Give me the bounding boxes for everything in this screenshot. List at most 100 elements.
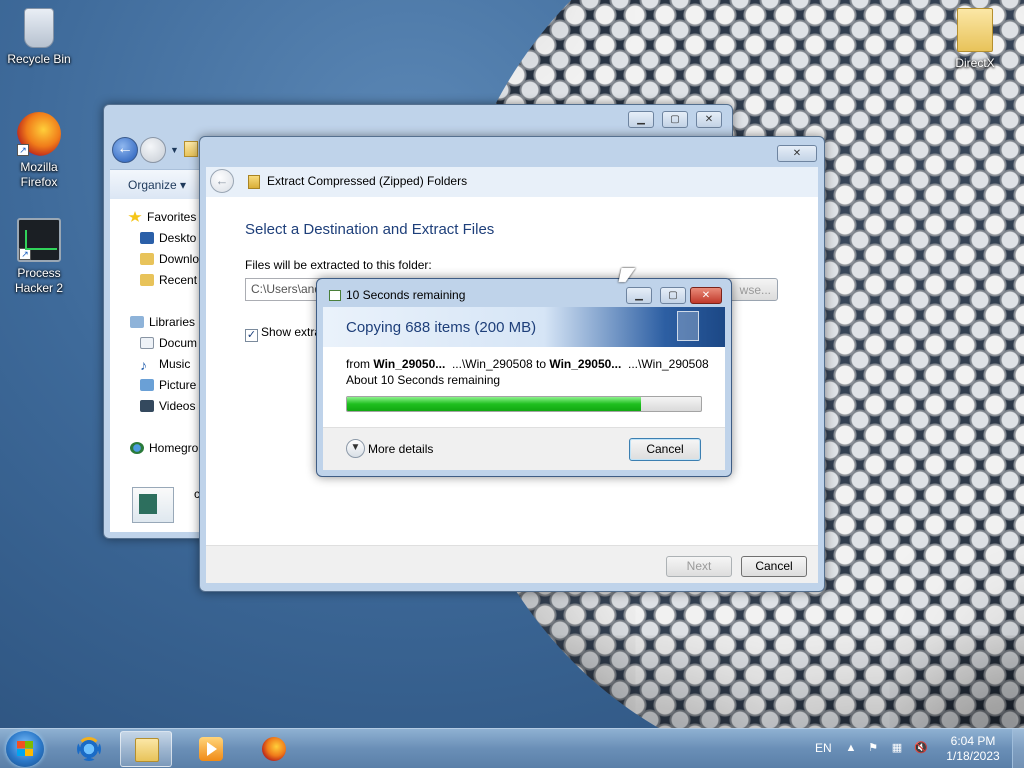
close-button[interactable]: ✕ bbox=[777, 145, 817, 162]
taskbar-media-player[interactable] bbox=[185, 731, 237, 767]
minimize-button[interactable]: ▁ bbox=[626, 287, 652, 304]
copy-heading: Copying 688 items (200 MB) bbox=[346, 319, 537, 336]
mouse-cursor-icon bbox=[618, 268, 636, 282]
close-button[interactable]: ✕ bbox=[690, 287, 722, 304]
show-hidden-icons-icon[interactable]: ▲ bbox=[844, 742, 858, 755]
tree-item-libraries[interactable]: Libraries bbox=[130, 312, 195, 332]
file-thumbnail-icon[interactable] bbox=[132, 487, 174, 523]
process-hacker-icon: ↗ bbox=[17, 218, 61, 262]
cancel-copy-button[interactable]: Cancel bbox=[629, 438, 701, 461]
desktop-icon-label: DirectX bbox=[955, 56, 995, 70]
taskbar: EN ▲ ⚑ ▦ 🔇 6:04 PM 1/18/2023 bbox=[0, 728, 1024, 768]
tree-item-pictures[interactable]: Picture bbox=[140, 375, 196, 395]
wizard-heading: Select a Destination and Extract Files bbox=[245, 221, 495, 238]
copy-footer: ▼ More details Cancel bbox=[323, 427, 725, 470]
firefox-icon: ↗ bbox=[17, 112, 61, 156]
language-indicator[interactable]: EN bbox=[815, 741, 832, 755]
desktop-icon-process-hacker[interactable]: ↗ Process Hacker 2 bbox=[1, 218, 77, 296]
copy-progress-dialog[interactable]: 10 Seconds remaining ▁ ▢ ✕ Copying 688 i… bbox=[316, 278, 732, 477]
desktop-icon-directx[interactable]: DirectX bbox=[937, 8, 1013, 71]
tree-item-music[interactable]: ♪ Music bbox=[140, 354, 190, 374]
folder-icon bbox=[184, 141, 198, 157]
navigation-tree: Favorites Deskto Downlo Recent Libraries… bbox=[110, 199, 206, 532]
show-desktop-button[interactable] bbox=[1012, 729, 1024, 768]
time-remaining: About 10 Seconds remaining bbox=[346, 373, 501, 387]
taskbar-windows-explorer[interactable] bbox=[120, 731, 172, 767]
progress-bar bbox=[346, 396, 702, 412]
maximize-button[interactable]: ▢ bbox=[660, 287, 686, 304]
close-button[interactable]: ✕ bbox=[696, 111, 722, 128]
browse-button[interactable]: wse... bbox=[726, 278, 778, 301]
chevron-down-icon[interactable]: ▼ bbox=[346, 439, 365, 458]
dialog-title: 10 Seconds remaining bbox=[346, 288, 466, 302]
desktop-icon-label: Mozilla Firefox bbox=[20, 160, 58, 189]
desktop-icon-label: Recycle Bin bbox=[7, 52, 71, 66]
windows-explorer-icon bbox=[135, 738, 159, 762]
tree-item-documents[interactable]: Docum bbox=[140, 333, 197, 353]
libraries-icon bbox=[130, 316, 144, 328]
show-files-checkbox[interactable]: ✓ Show extra bbox=[245, 325, 321, 342]
tree-item-videos[interactable]: Videos bbox=[140, 396, 195, 416]
back-button[interactable]: ← bbox=[112, 137, 138, 163]
destination-name[interactable]: Win_29050... bbox=[549, 357, 621, 371]
destination-label: Files will be extracted to this folder: bbox=[245, 258, 432, 272]
wizard-header: ← Extract Compressed (Zipped) Folders bbox=[206, 167, 818, 197]
destination-path: ...\Win_290508 bbox=[627, 357, 709, 371]
music-note-icon: ♪ bbox=[140, 357, 147, 373]
clock-time: 6:04 PM bbox=[950, 734, 996, 748]
desktop-icon-firefox[interactable]: ↗ Mozilla Firefox bbox=[1, 112, 77, 190]
taskbar-firefox[interactable] bbox=[248, 731, 300, 767]
shortcut-arrow-icon: ↗ bbox=[17, 144, 29, 156]
pictures-icon bbox=[140, 379, 154, 391]
next-button[interactable]: Next bbox=[666, 556, 732, 577]
maximize-button[interactable]: ▢ bbox=[662, 111, 688, 128]
shortcut-arrow-icon: ↗ bbox=[19, 248, 31, 260]
zip-folder-icon bbox=[248, 175, 260, 189]
progress-fill bbox=[347, 397, 641, 411]
checkbox-checked-icon[interactable]: ✓ bbox=[245, 329, 258, 342]
organize-button[interactable]: Organize ▾ bbox=[128, 178, 186, 192]
source-path: ...\Win_290508 bbox=[451, 357, 533, 371]
desktop-icon-recycle-bin[interactable]: Recycle Bin bbox=[1, 8, 77, 67]
folder-icon bbox=[957, 8, 993, 52]
tree-item-favorites[interactable]: Favorites bbox=[128, 207, 196, 227]
wizard-footer: Next Cancel bbox=[206, 545, 818, 583]
network-icon[interactable]: ▦ bbox=[890, 742, 904, 755]
back-button[interactable]: ← bbox=[210, 169, 234, 193]
banner-decoration bbox=[677, 311, 699, 341]
film-icon bbox=[140, 400, 154, 412]
source-name[interactable]: Win_29050... bbox=[373, 357, 445, 371]
tree-item-recent[interactable]: Recent bbox=[140, 270, 197, 290]
copy-banner: Copying 688 items (200 MB) bbox=[323, 307, 725, 347]
media-player-icon bbox=[199, 737, 223, 761]
start-button[interactable] bbox=[6, 731, 44, 767]
desktop-icon-label: Process Hacker 2 bbox=[14, 266, 64, 295]
documents-icon bbox=[140, 337, 154, 349]
more-details-button[interactable]: More details bbox=[368, 442, 433, 456]
downloads-folder-icon bbox=[140, 253, 154, 265]
nav-buttons: ← ▼ bbox=[110, 135, 210, 167]
recycle-bin-icon bbox=[24, 8, 54, 48]
clock[interactable]: 6:04 PM 1/18/2023 bbox=[938, 734, 1008, 764]
cancel-button[interactable]: Cancel bbox=[741, 556, 807, 577]
tree-item-downloads[interactable]: Downlo bbox=[140, 249, 199, 269]
tree-item-homegroup[interactable]: Homegro bbox=[130, 438, 198, 458]
copy-body: from Win_29050... ...\Win_290508 to Win_… bbox=[323, 347, 725, 427]
copy-icon bbox=[329, 290, 341, 301]
forward-button[interactable] bbox=[140, 137, 166, 163]
from-to-line: from Win_29050... ...\Win_290508 to Win_… bbox=[346, 357, 709, 371]
wizard-title: Extract Compressed (Zipped) Folders bbox=[267, 174, 468, 188]
internet-explorer-icon bbox=[77, 737, 101, 761]
desktop-icon bbox=[140, 232, 154, 244]
action-center-flag-icon[interactable]: ⚑ bbox=[866, 742, 880, 755]
minimize-button[interactable]: ▁ bbox=[628, 111, 654, 128]
checkbox-label: Show extra bbox=[261, 325, 322, 339]
firefox-icon bbox=[262, 737, 286, 761]
recent-places-icon bbox=[140, 274, 154, 286]
taskbar-internet-explorer[interactable] bbox=[63, 731, 115, 767]
history-dropdown-icon[interactable]: ▼ bbox=[170, 145, 179, 155]
tree-item-desktop[interactable]: Deskto bbox=[140, 228, 196, 248]
volume-muted-icon[interactable]: 🔇 bbox=[914, 742, 928, 755]
homegroup-icon bbox=[130, 442, 144, 454]
clock-date: 1/18/2023 bbox=[946, 749, 1000, 763]
